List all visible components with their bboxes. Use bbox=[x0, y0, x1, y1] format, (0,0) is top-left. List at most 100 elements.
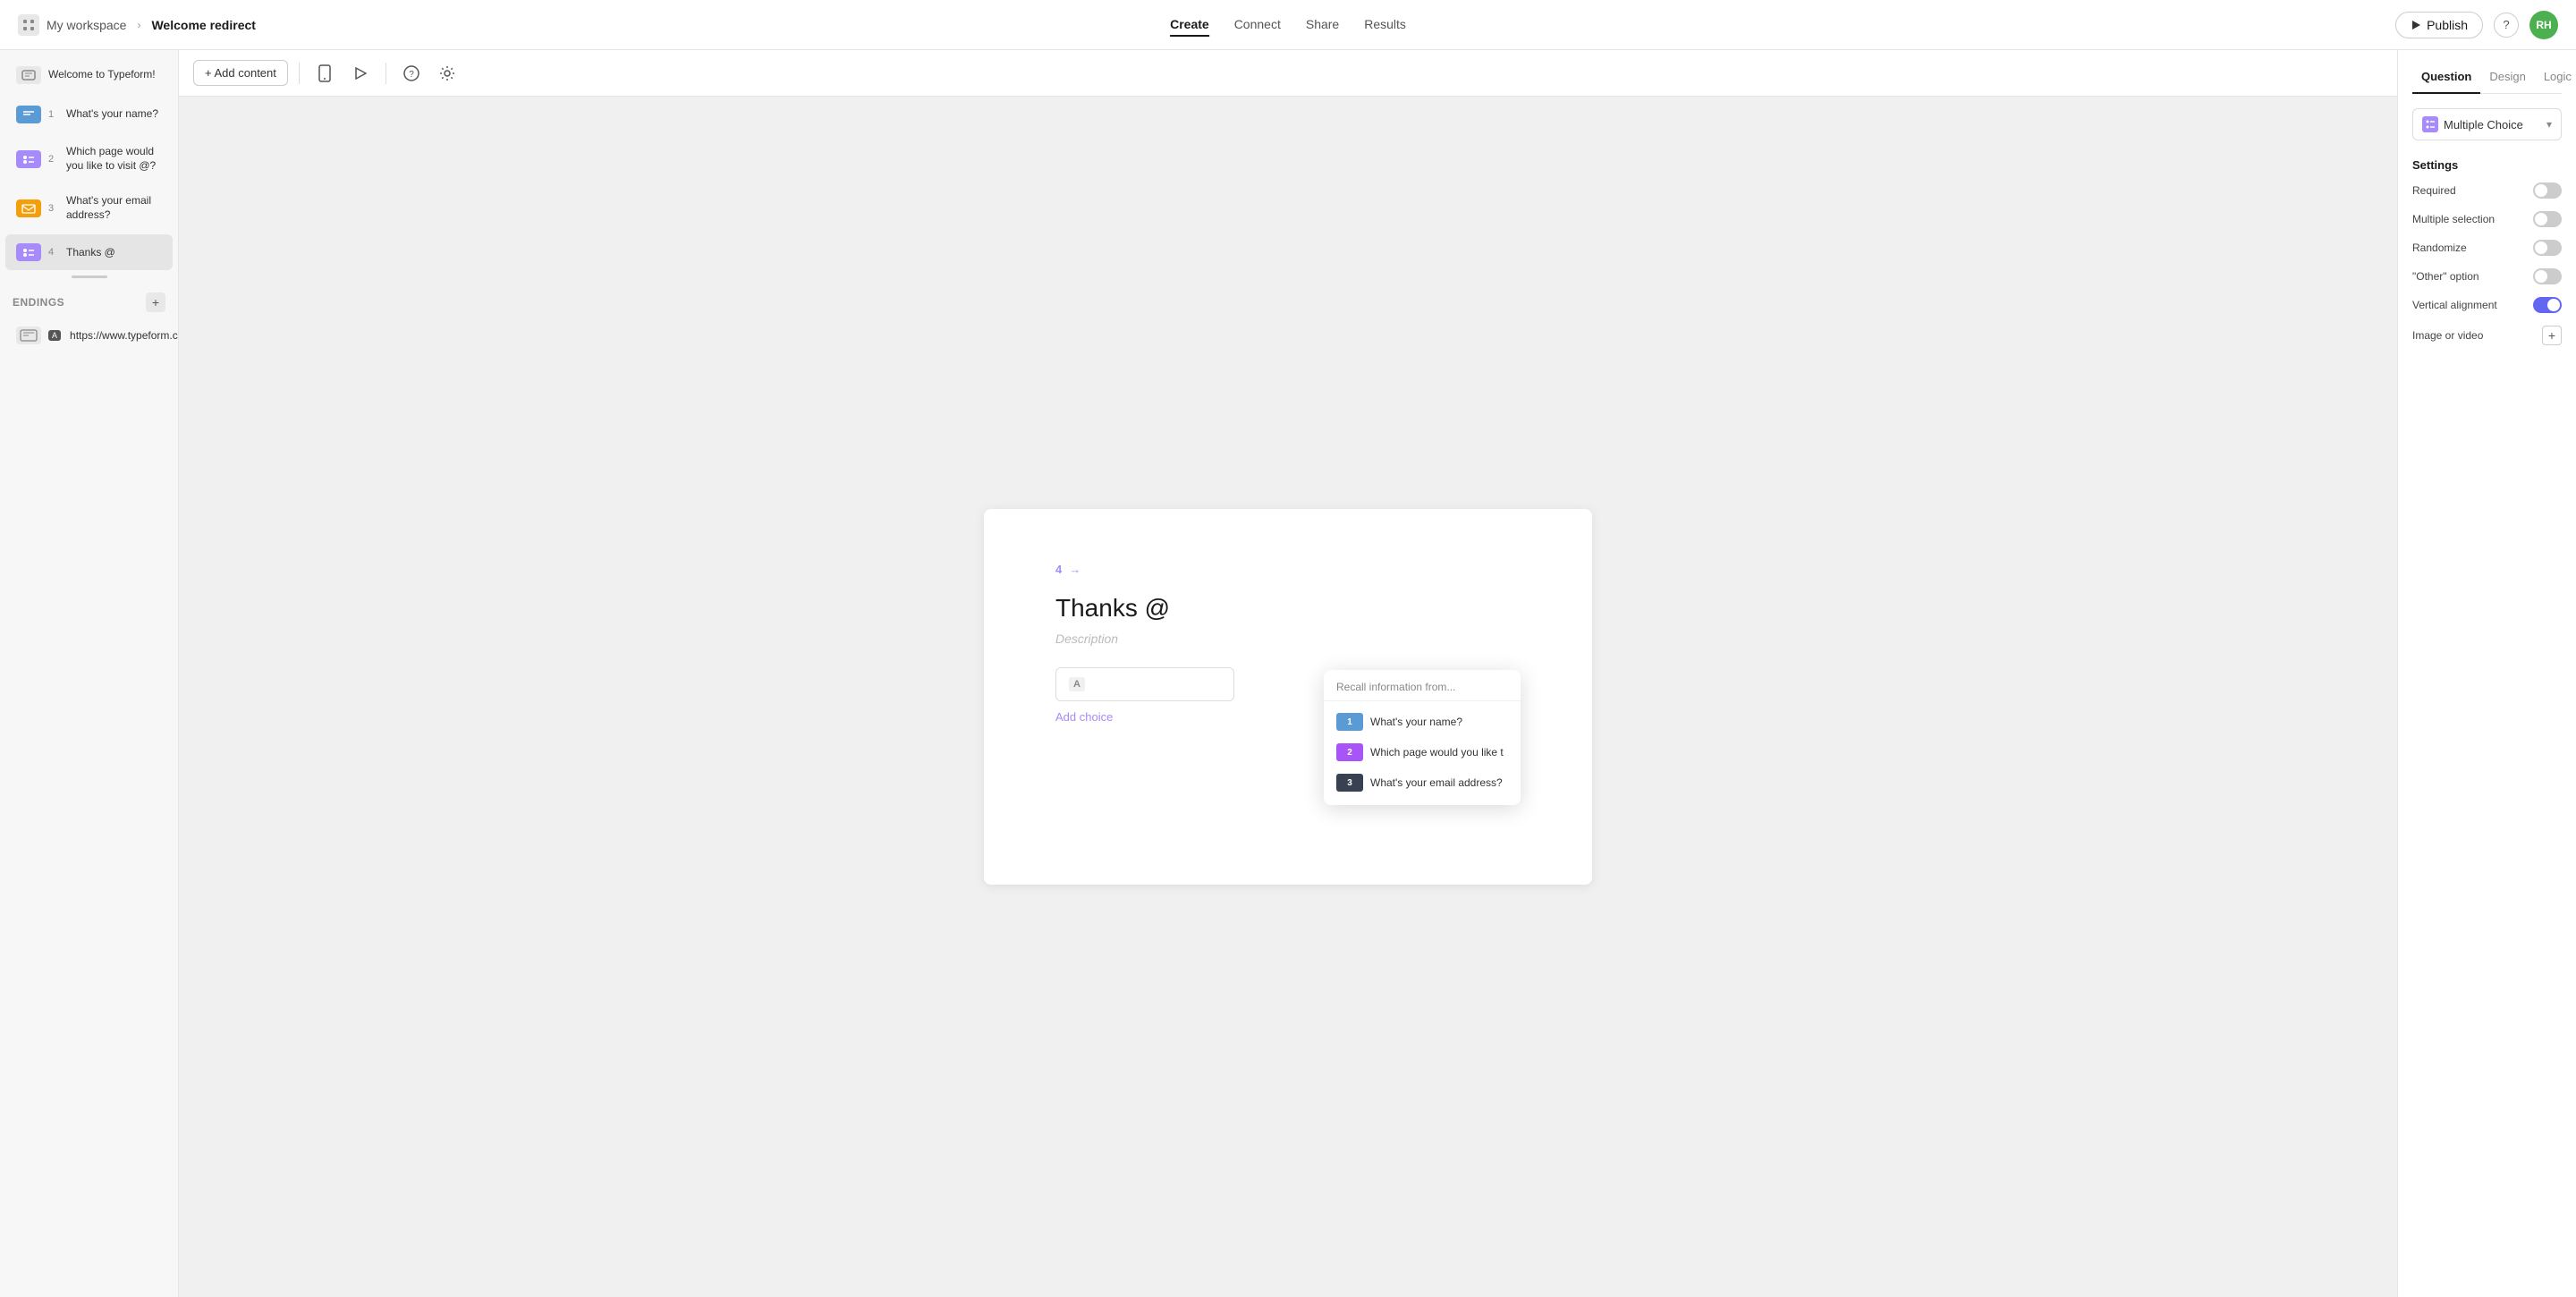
q3-number: 3 bbox=[48, 203, 59, 214]
content-toolbar: + Add content ? bbox=[179, 50, 2397, 97]
multiple-selection-toggle[interactable] bbox=[2533, 211, 2562, 227]
settings-button[interactable] bbox=[433, 59, 462, 88]
setting-multiple-selection-label: Multiple selection bbox=[2412, 213, 2495, 225]
qt-left: Multiple Choice bbox=[2422, 116, 2523, 132]
ending-icon bbox=[16, 326, 41, 344]
nav-tab-share[interactable]: Share bbox=[1306, 13, 1339, 37]
nav-tab-results[interactable]: Results bbox=[1364, 13, 1406, 37]
publish-button[interactable]: Publish bbox=[2395, 12, 2483, 38]
endings-section-header: Endings + bbox=[0, 282, 178, 316]
panel-tab-question[interactable]: Question bbox=[2412, 64, 2480, 94]
recall-item-2[interactable]: 2 Which page would you like t bbox=[1324, 737, 1521, 767]
nav-tab-connect[interactable]: Connect bbox=[1234, 13, 1281, 37]
svg-text:?: ? bbox=[409, 70, 414, 80]
q1-number: 1 bbox=[48, 109, 59, 120]
randomize-toggle[interactable] bbox=[2533, 240, 2562, 256]
q4-label: Thanks @ bbox=[66, 246, 115, 260]
canvas: 4 → Thanks @ Description A Add choice Re… bbox=[179, 97, 2397, 1297]
recall-icon-3: 3 bbox=[1336, 774, 1363, 792]
sidebar-item-q1[interactable]: 1 What's your name? bbox=[5, 97, 173, 132]
mobile-preview-button[interactable] bbox=[310, 59, 339, 88]
vertical-alignment-toggle[interactable] bbox=[2533, 297, 2562, 313]
step-arrow: → bbox=[1069, 563, 1080, 576]
sidebar-item-q2[interactable]: 2 Which page would you like to visit @? bbox=[5, 136, 173, 182]
welcome-icon bbox=[16, 66, 41, 84]
thanks-icon-4 bbox=[16, 243, 41, 261]
setting-vertical-alignment: Vertical alignment bbox=[2412, 297, 2562, 313]
choice-key: A bbox=[1069, 677, 1085, 691]
settings-title: Settings bbox=[2412, 158, 2562, 172]
sidebar: Welcome to Typeform! 1 What's your name?… bbox=[0, 50, 179, 1297]
help-circle-button[interactable]: ? bbox=[397, 59, 426, 88]
setting-other-option: "Other" option bbox=[2412, 268, 2562, 284]
right-panel: Question Design Logic Multiple Choice ▾ … bbox=[2397, 50, 2576, 1297]
panel-tab-logic[interactable]: Logic bbox=[2535, 64, 2576, 94]
nav-chevron: › bbox=[137, 19, 140, 31]
setting-randomize: Randomize bbox=[2412, 240, 2562, 256]
form-title: Welcome redirect bbox=[151, 18, 255, 32]
setting-other-option-label: "Other" option bbox=[2412, 270, 2479, 283]
welcome-label: Welcome to Typeform! bbox=[48, 68, 156, 82]
ending-badge: A bbox=[48, 330, 61, 341]
recall-dropdown: Recall information from... 1 What's your… bbox=[1324, 670, 1521, 805]
question-type-chevron: ▾ bbox=[2546, 118, 2552, 131]
main-layout: Welcome to Typeform! 1 What's your name?… bbox=[0, 50, 2576, 1297]
form-question-title[interactable]: Thanks @ bbox=[1055, 594, 1521, 623]
q3-label: What's your email address? bbox=[66, 194, 162, 222]
email-icon-3 bbox=[16, 199, 41, 217]
form-description[interactable]: Description bbox=[1055, 632, 1521, 646]
toolbar-divider bbox=[299, 63, 300, 84]
image-video-label: Image or video bbox=[2412, 329, 2483, 342]
recall-label-3: What's your email address? bbox=[1370, 776, 1503, 789]
step-number: 4 bbox=[1055, 563, 1062, 576]
sidebar-item-welcome[interactable]: Welcome to Typeform! bbox=[5, 57, 173, 93]
recall-item-1[interactable]: 1 What's your name? bbox=[1324, 707, 1521, 737]
setting-multiple-selection: Multiple selection bbox=[2412, 211, 2562, 227]
recall-icon-1: 1 bbox=[1336, 713, 1363, 731]
endings-title: Endings bbox=[13, 296, 64, 309]
form-choice-a[interactable]: A bbox=[1055, 667, 1234, 701]
add-media-button[interactable]: + bbox=[2542, 326, 2562, 345]
question-type-icon bbox=[2422, 116, 2438, 132]
nav-right: Publish ? RH bbox=[2395, 11, 2558, 39]
endings-add-button[interactable]: + bbox=[146, 292, 165, 312]
recall-icon-2: 2 bbox=[1336, 743, 1363, 761]
sidebar-ending-item[interactable]: A https://www.typeform.c bbox=[5, 318, 173, 353]
image-video-row: Image or video + bbox=[2412, 326, 2562, 345]
q2-label: Which page would you like to visit @? bbox=[66, 145, 162, 173]
workspace-icon bbox=[18, 14, 39, 36]
content-area: + Add content ? 4 → bbox=[179, 50, 2397, 1297]
recall-label-1: What's your name? bbox=[1370, 716, 1462, 728]
help-icon[interactable]: ? bbox=[2494, 13, 2519, 38]
setting-required-label: Required bbox=[2412, 184, 2456, 197]
recall-label-2: Which page would you like t bbox=[1370, 746, 1504, 759]
ending-label: https://www.typeform.c bbox=[70, 329, 178, 342]
play-preview-button[interactable] bbox=[346, 59, 375, 88]
text-icon-1 bbox=[16, 106, 41, 123]
avatar[interactable]: RH bbox=[2529, 11, 2558, 39]
panel-tab-design[interactable]: Design bbox=[2480, 64, 2534, 94]
sidebar-item-q3[interactable]: 3 What's your email address? bbox=[5, 185, 173, 231]
panel-tabs: Question Design Logic bbox=[2412, 64, 2562, 94]
add-content-button[interactable]: + Add content bbox=[193, 60, 288, 86]
nav-center: Create Connect Share Results bbox=[1170, 13, 1406, 37]
q1-label: What's your name? bbox=[66, 107, 158, 122]
workspace-label: My workspace bbox=[47, 18, 126, 32]
sidebar-item-q4[interactable]: 4 Thanks @ bbox=[5, 234, 173, 270]
question-type-select[interactable]: Multiple Choice ▾ bbox=[2412, 108, 2562, 140]
q4-number: 4 bbox=[48, 247, 59, 258]
nav-tab-create[interactable]: Create bbox=[1170, 13, 1209, 37]
recall-item-3[interactable]: 3 What's your email address? bbox=[1324, 767, 1521, 798]
recall-title: Recall information from... bbox=[1324, 681, 1521, 701]
q2-number: 2 bbox=[48, 154, 59, 165]
top-nav: My workspace › Welcome redirect Create C… bbox=[0, 0, 2576, 50]
setting-randomize-label: Randomize bbox=[2412, 242, 2467, 254]
required-toggle[interactable] bbox=[2533, 182, 2562, 199]
other-option-toggle[interactable] bbox=[2533, 268, 2562, 284]
question-type-label: Multiple Choice bbox=[2444, 118, 2523, 131]
setting-vertical-alignment-label: Vertical alignment bbox=[2412, 299, 2497, 311]
mc-icon-2 bbox=[16, 150, 41, 168]
form-card: 4 → Thanks @ Description A Add choice Re… bbox=[984, 509, 1592, 885]
step-indicator: 4 → bbox=[1055, 563, 1521, 576]
scroll-indicator bbox=[0, 272, 178, 282]
